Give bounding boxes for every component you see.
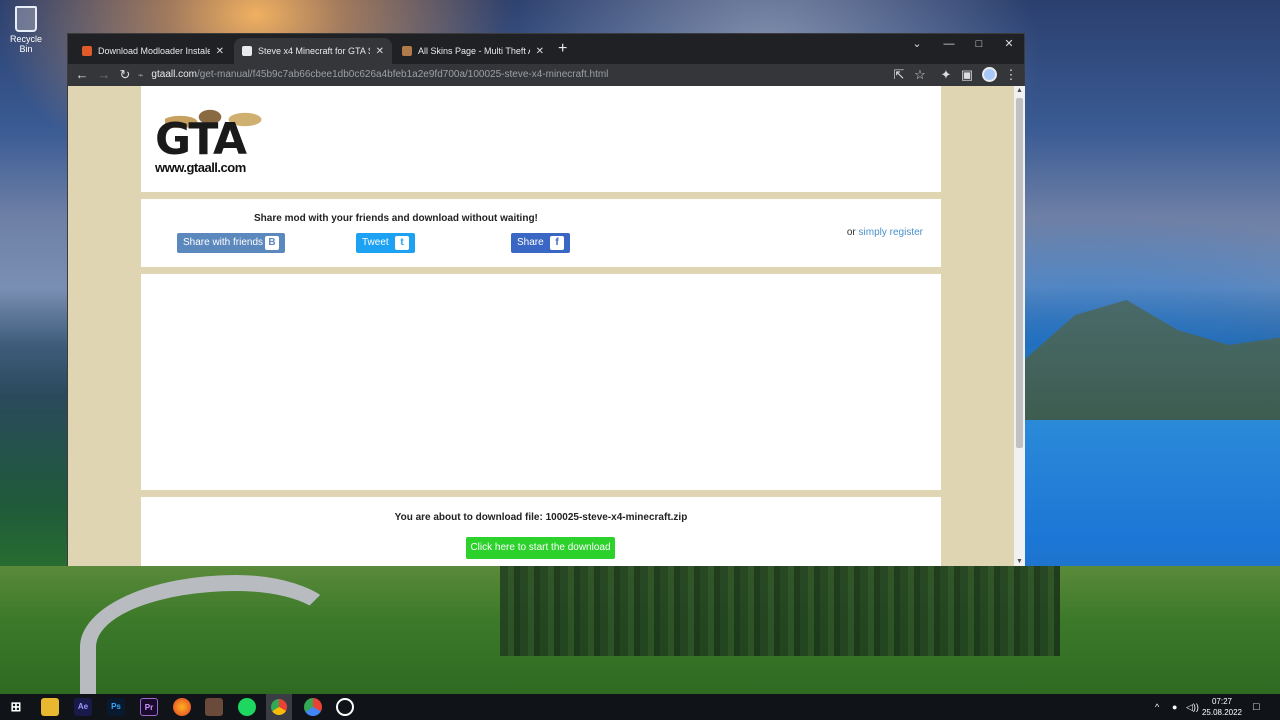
tab-steve-minecraft[interactable]: Steve x4 Minecraft for GTA San A ✕ <box>234 38 392 64</box>
start-download-button[interactable]: Click here to start the download <box>466 537 615 559</box>
tab-favicon-icon <box>82 46 92 56</box>
register-prompt: or simply register <box>847 227 923 238</box>
tray-chevron-icon[interactable]: ^ <box>1155 694 1159 720</box>
maximize-button[interactable]: □ <box>964 34 994 54</box>
tab-title: All Skins Page - Multi Theft Auto <box>418 46 530 56</box>
recycle-bin[interactable]: Recycle Bin <box>4 6 48 54</box>
browser-window: Download Modloader Instalezi na ✕ Steve … <box>67 33 1025 566</box>
vk-icon: B <box>265 236 279 250</box>
spotify-icon[interactable] <box>238 698 256 716</box>
tab-title: Download Modloader Instalezi na <box>98 46 210 56</box>
system-clock[interactable]: 07:27 25.08.2022 <box>1200 696 1244 718</box>
firefox-icon[interactable] <box>173 698 191 716</box>
share-card: Share mod with your friends and download… <box>141 199 941 267</box>
share-vk-label: Share with friends <box>183 237 264 248</box>
tab-all-skins[interactable]: All Skins Page - Multi Theft Auto ✕ <box>394 38 552 64</box>
simply-register-link[interactable]: simply register <box>859 227 923 238</box>
side-panel-icon[interactable]: ▣ <box>958 66 976 84</box>
clock-date: 25.08.2022 <box>1201 708 1243 717</box>
tab-strip: Download Modloader Instalezi na ✕ Steve … <box>68 34 1024 64</box>
download-file-text: You are about to download file: 100025-s… <box>394 512 688 523</box>
extensions-icon[interactable]: ✦ <box>937 66 955 84</box>
tab-search-icon[interactable]: ⌄ <box>902 34 932 54</box>
logo-url-text: www.gtaall.com <box>155 160 246 175</box>
facebook-icon: f <box>550 236 564 250</box>
ad-area <box>141 274 941 490</box>
close-window-button[interactable]: ✕ <box>994 34 1024 54</box>
premiere-icon[interactable]: Pr <box>140 698 158 716</box>
new-tab-button[interactable]: + <box>558 41 567 57</box>
vertical-scrollbar[interactable]: ▲ ▼ <box>1014 86 1025 566</box>
scroll-up-icon[interactable]: ▲ <box>1014 87 1025 94</box>
tab-close-icon[interactable]: ✕ <box>216 46 224 57</box>
recycle-bin-icon <box>15 6 37 32</box>
after-effects-icon[interactable]: Ae <box>74 698 92 716</box>
share-page-icon[interactable]: ⇱ <box>890 66 908 84</box>
back-icon[interactable]: ← <box>73 66 91 84</box>
scroll-down-icon[interactable]: ▼ <box>1014 558 1025 565</box>
share-vk-button[interactable]: Share with friends B <box>177 233 285 253</box>
chrome-active-slot[interactable] <box>266 694 292 720</box>
scrollbar-thumb[interactable] <box>1016 98 1023 448</box>
lock-icon[interactable]: ⌁ <box>138 65 143 85</box>
address-bar[interactable]: ⌁ gtaall.com /get-manual/f45b9c7ab66cbee… <box>138 65 908 85</box>
clock-time: 07:27 <box>1211 697 1233 706</box>
chrome-icon <box>271 699 287 715</box>
forward-icon[interactable]: → <box>95 66 113 84</box>
tab-favicon-icon <box>402 46 412 56</box>
twitter-icon: t <box>395 236 409 250</box>
recycle-bin-label: Recycle Bin <box>9 34 42 54</box>
tab-close-icon[interactable]: ✕ <box>376 46 384 57</box>
share-facebook-button[interactable]: Share f <box>511 233 570 253</box>
notification-icon[interactable]: □ <box>1253 694 1260 720</box>
minimize-button[interactable]: — <box>934 34 964 54</box>
microphone-icon[interactable]: ● <box>1172 694 1177 720</box>
game-icon[interactable] <box>205 698 223 716</box>
register-or-text: or <box>846 227 859 238</box>
logo-text: GTA <box>155 114 247 165</box>
page-viewport: GTA www.gtaall.com Share mod with your f… <box>68 86 1014 566</box>
site-logo[interactable]: GTA www.gtaall.com <box>155 102 277 177</box>
file-explorer-icon[interactable] <box>41 698 59 716</box>
url-path: /get-manual/f45b9c7ab66cbee1db0c626a4bfe… <box>197 69 609 80</box>
reload-icon[interactable]: ↻ <box>116 66 134 84</box>
tab-title: Steve x4 Minecraft for GTA San A <box>258 46 370 56</box>
menu-icon[interactable]: ⋮ <box>1002 66 1020 84</box>
windows-taskbar: ⊞ Ae Ps Pr ^ ● ◁)) 07:27 25.08.2022 □ <box>0 694 1280 720</box>
chrome-profile-icon[interactable] <box>304 698 322 716</box>
volume-icon[interactable]: ◁)) <box>1186 694 1199 720</box>
tab-favicon-icon <box>242 46 252 56</box>
tab-close-icon[interactable]: ✕ <box>536 46 544 57</box>
header-card: GTA www.gtaall.com <box>141 86 941 192</box>
bookmark-star-icon[interactable]: ☆ <box>911 66 929 84</box>
facebook-share-label: Share <box>517 237 544 248</box>
wallpaper-forest <box>500 566 1060 656</box>
photoshop-icon[interactable]: Ps <box>107 698 125 716</box>
tweet-button[interactable]: Tweet t <box>356 233 415 253</box>
download-card: You are about to download file: 100025-s… <box>141 497 941 566</box>
browser-toolbar: ← → ↻ ⌁ gtaall.com /get-manual/f45b9c7ab… <box>68 64 1024 86</box>
share-title: Share mod with your friends and download… <box>254 213 538 224</box>
speedtest-icon[interactable] <box>336 698 354 716</box>
tab-modloader[interactable]: Download Modloader Instalezi na ✕ <box>74 38 232 64</box>
tweet-label: Tweet <box>362 237 389 248</box>
url-host: gtaall.com <box>151 69 197 80</box>
windows-start-icon[interactable]: ⊞ <box>7 698 25 716</box>
profile-avatar-icon[interactable] <box>982 67 997 82</box>
